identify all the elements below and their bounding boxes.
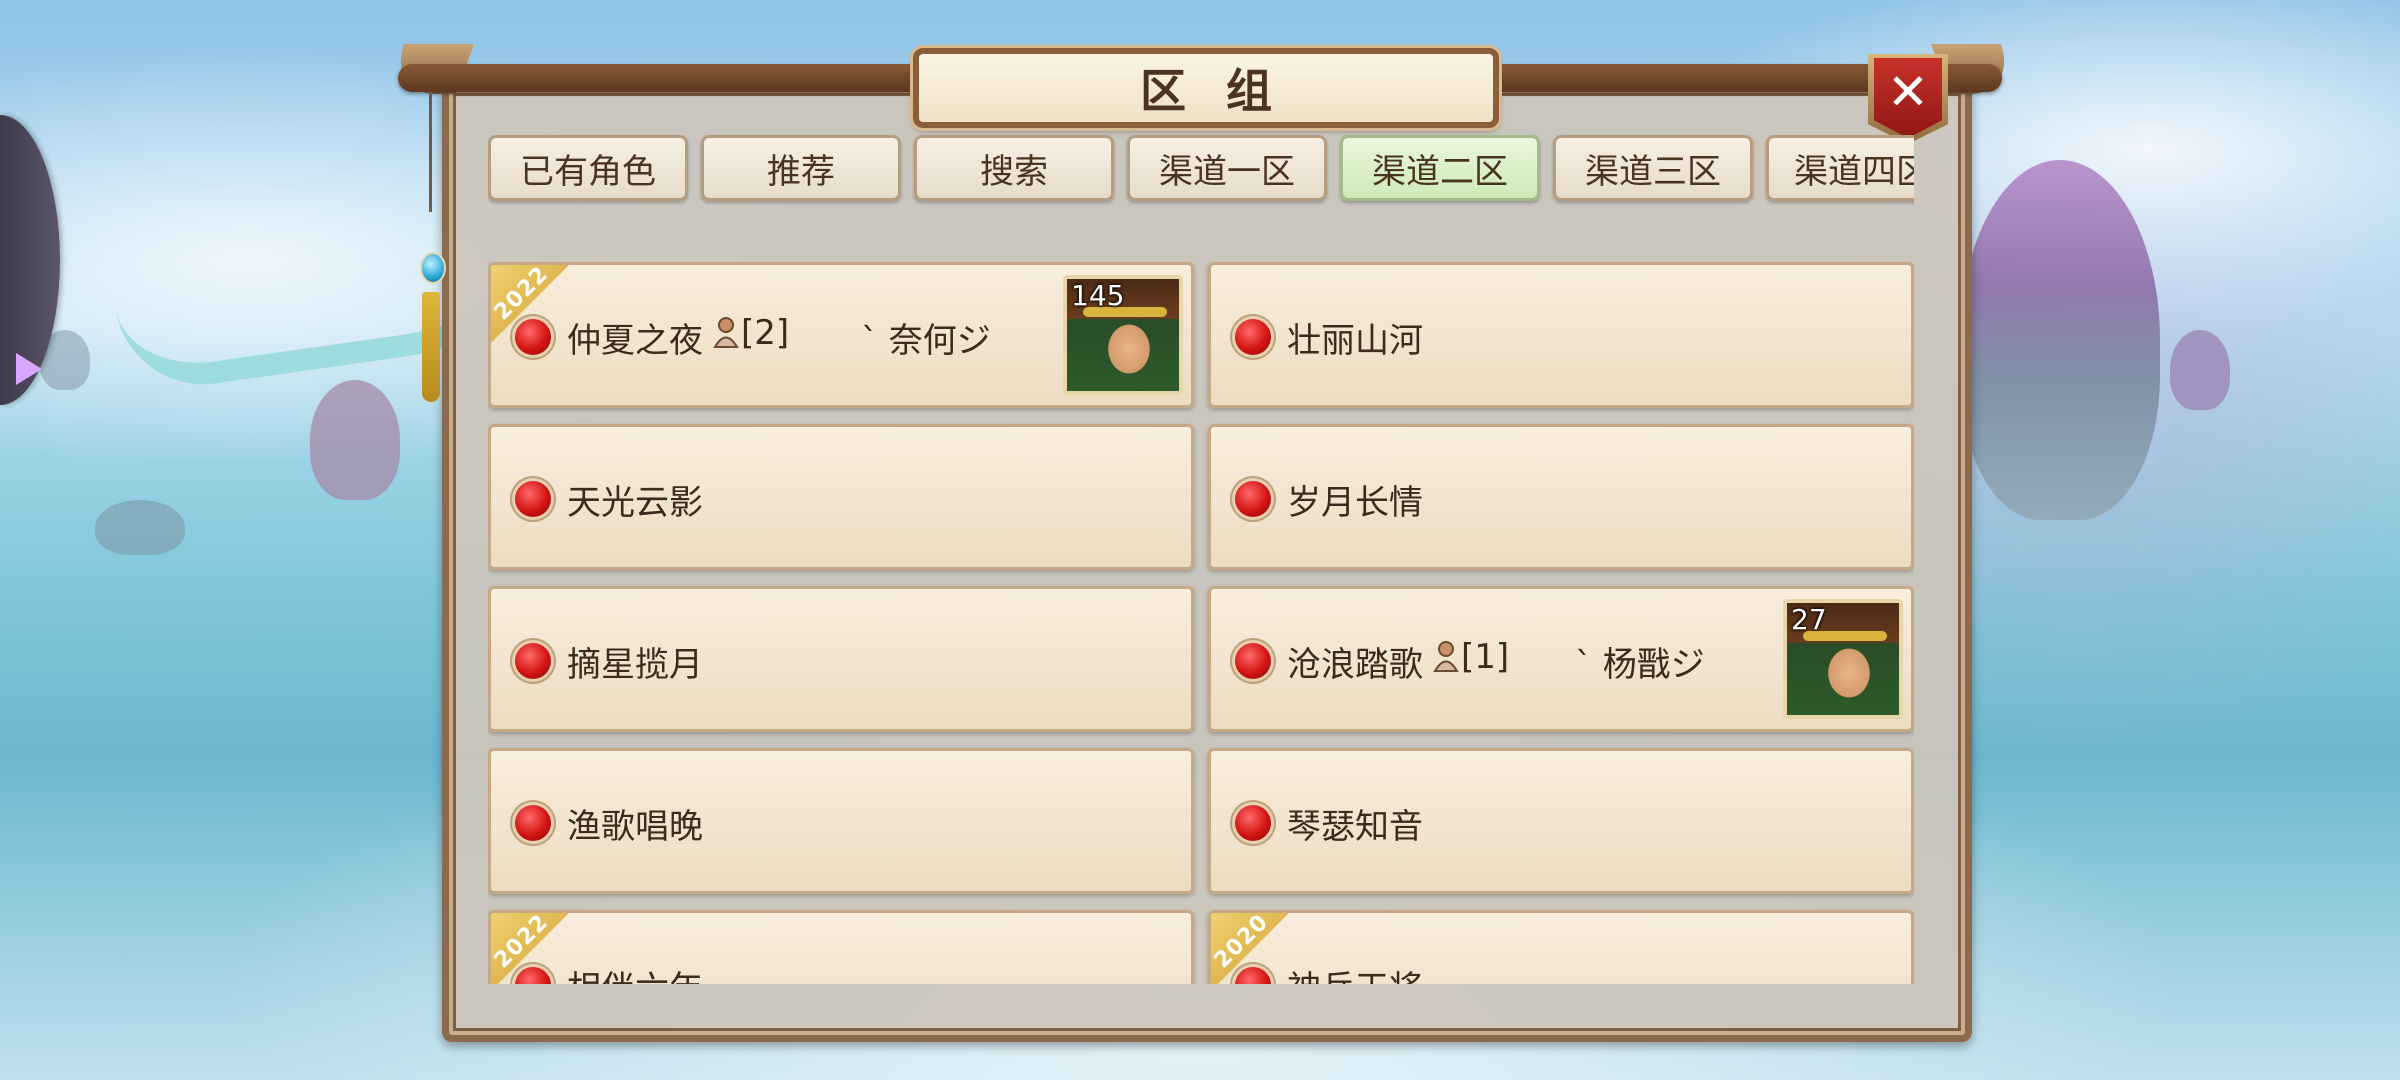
server-card[interactable]: 沧浪踏歌 [1] ˋ 杨戬ジ 27 <box>1208 586 1914 732</box>
server-card[interactable]: 天光云影 <box>488 424 1194 570</box>
tab-existing-roles[interactable]: 已有角色 <box>488 135 688 201</box>
server-card[interactable]: 岁月长情 <box>1208 424 1914 570</box>
dialog-title-plate: 区组 <box>913 48 1499 128</box>
status-dot <box>1235 967 1271 984</box>
status-dot <box>515 481 551 517</box>
character-name: ˋ 杨戬ジ <box>1575 645 1705 685</box>
server-name: 渔歌唱晚 <box>567 807 703 847</box>
dialog-title: 区组 <box>1140 64 1312 118</box>
person-icon <box>1433 641 1459 672</box>
status-dot <box>1235 481 1271 517</box>
server-card[interactable]: 神兵天将 2020 <box>1208 910 1914 984</box>
tab-channel-2[interactable]: 渠道二区 <box>1340 135 1540 201</box>
status-dot <box>515 319 551 355</box>
status-dot <box>1235 319 1271 355</box>
server-name: 沧浪踏歌 <box>1287 645 1423 685</box>
status-dot <box>515 643 551 679</box>
background-floating-island <box>95 500 185 555</box>
tab-channel-4[interactable]: 渠道四区 <box>1766 135 1914 201</box>
server-name: 相伴六年 <box>567 961 703 984</box>
server-name: 摘星揽月 <box>567 645 703 685</box>
background-floating-island <box>1960 160 2160 520</box>
server-card[interactable]: 琴瑟知音 <box>1208 748 1914 894</box>
character-portrait: 145 <box>1063 275 1183 395</box>
server-name: 天光云影 <box>567 483 703 523</box>
server-card[interactable]: 摘星揽月 <box>488 586 1194 732</box>
server-list: 仲夏之夜 [2] ˋ 奈何ジ 145 2022 壮丽山河 天光云影 岁月长情 摘… <box>488 262 1914 984</box>
tassel-ornament <box>418 92 446 402</box>
person-icon <box>713 317 739 348</box>
character-portrait: 27 <box>1783 599 1903 719</box>
server-name: 仲夏之夜 <box>567 321 703 361</box>
server-group-tabs: 已有角色 推荐 搜索 渠道一区 渠道二区 渠道三区 渠道四区 <box>488 133 1914 205</box>
role-count: [2] <box>713 313 789 353</box>
status-dot <box>1235 805 1271 841</box>
arrow-right-icon <box>16 353 42 385</box>
server-card[interactable]: 仲夏之夜 [2] ˋ 奈何ジ 145 2022 <box>488 262 1194 408</box>
background-floating-island <box>310 380 400 500</box>
server-name: 琴瑟知音 <box>1287 807 1423 847</box>
server-card[interactable]: 相伴六年 2022 <box>488 910 1194 984</box>
tab-recommended[interactable]: 推荐 <box>701 135 901 201</box>
role-count: [1] <box>1433 637 1509 677</box>
tab-search[interactable]: 搜索 <box>914 135 1114 201</box>
tab-channel-3[interactable]: 渠道三区 <box>1553 135 1753 201</box>
status-dot <box>515 967 551 984</box>
server-card[interactable]: 壮丽山河 <box>1208 262 1914 408</box>
status-dot <box>1235 643 1271 679</box>
tab-channel-1[interactable]: 渠道一区 <box>1127 135 1327 201</box>
close-icon: ✕ <box>1887 63 1929 121</box>
background-floating-island <box>2170 330 2230 410</box>
server-name: 壮丽山河 <box>1287 321 1423 361</box>
character-level: 145 <box>1071 279 1125 312</box>
server-name: 神兵天将 <box>1287 961 1423 984</box>
server-name: 岁月长情 <box>1287 483 1423 523</box>
status-dot <box>515 805 551 841</box>
server-card[interactable]: 渔歌唱晚 <box>488 748 1194 894</box>
character-level: 27 <box>1791 603 1827 636</box>
character-name: ˋ 奈何ジ <box>861 321 991 361</box>
